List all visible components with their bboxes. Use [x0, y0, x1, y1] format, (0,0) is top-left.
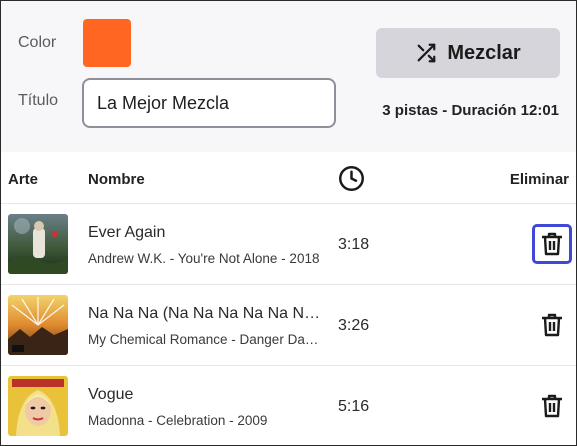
track-duration: 3:18 — [338, 236, 370, 253]
playlist-editor: Color Título Mezclar 3 pistas - Duración… — [0, 0, 577, 446]
track-title: Na Na Na (Na Na Na Na Na Na Na Na Na) — [88, 305, 328, 322]
trash-icon — [542, 394, 562, 418]
playlist-summary: 3 pistas - Duración 12:01 — [382, 102, 559, 119]
shuffle-button[interactable]: Mezclar — [376, 28, 560, 78]
track-title: Vogue — [88, 386, 134, 403]
table-header: Arte Nombre Eliminar — [1, 152, 576, 204]
clock-icon — [339, 166, 364, 191]
track-duration: 3:26 — [338, 317, 370, 334]
trash-icon — [542, 232, 562, 256]
table-row[interactable]: Na Na Na (Na Na Na Na Na Na Na Na Na) My… — [1, 285, 576, 366]
track-subtitle: Andrew W.K. - You're Not Alone - 2018 — [88, 251, 320, 266]
title-label: Título — [18, 92, 59, 109]
header-name: Nombre — [88, 171, 145, 188]
album-art — [8, 376, 68, 436]
track-subtitle: My Chemical Romance - Danger Days: The T… — [88, 332, 324, 347]
table-row[interactable]: Ever Again Andrew W.K. - You're Not Alon… — [1, 204, 576, 285]
color-label: Color — [18, 34, 57, 51]
album-art — [8, 295, 68, 355]
trash-icon — [542, 313, 562, 337]
header-delete: Eliminar — [509, 171, 569, 188]
album-art — [8, 214, 68, 274]
delete-track-button[interactable] — [532, 305, 572, 345]
track-duration: 5:16 — [338, 398, 370, 415]
delete-track-button[interactable] — [532, 224, 572, 264]
color-swatch[interactable] — [83, 19, 131, 67]
header-art: Arte — [8, 171, 39, 188]
shuffle-button-label: Mezclar — [447, 41, 521, 64]
shuffle-icon — [417, 43, 436, 63]
delete-track-button[interactable] — [532, 386, 572, 426]
title-input[interactable] — [82, 78, 336, 128]
table-row[interactable]: Vogue Madonna - Celebration - 2009 5:16 — [1, 366, 576, 445]
playlist-settings-panel: Color Título Mezclar 3 pistas - Duración… — [1, 1, 576, 152]
track-title: Ever Again — [88, 224, 166, 241]
track-subtitle: Madonna - Celebration - 2009 — [88, 413, 268, 428]
